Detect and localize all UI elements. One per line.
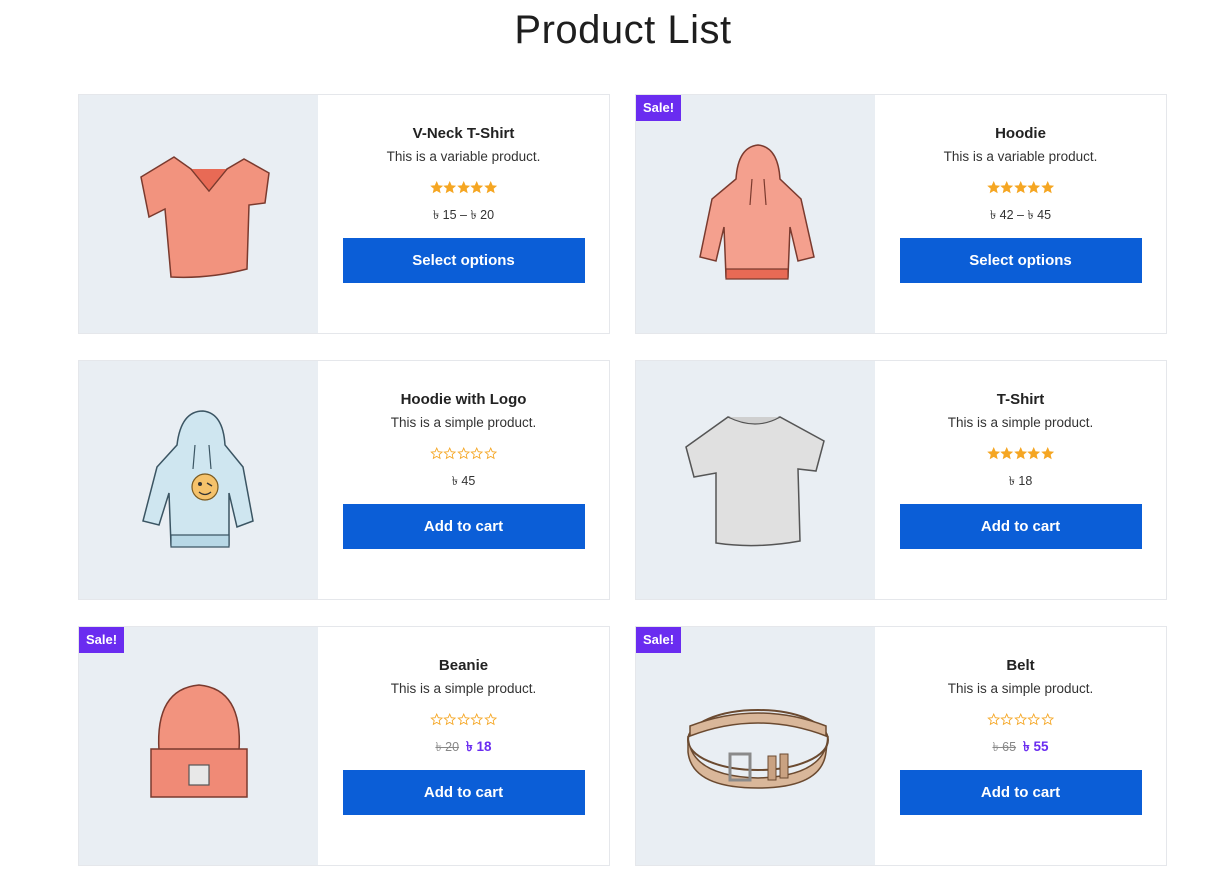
star-filled-icon bbox=[1040, 181, 1054, 194]
old-price: ৳ 65 bbox=[992, 740, 1017, 754]
star-empty-icon bbox=[457, 713, 470, 726]
product-name[interactable]: T-Shirt bbox=[997, 390, 1045, 410]
product-card: Sale! Belt This is a simple product. ৳ 6… bbox=[635, 626, 1167, 866]
star-empty-icon bbox=[483, 447, 497, 460]
star-empty-icon bbox=[443, 713, 457, 726]
product-image[interactable] bbox=[79, 361, 318, 599]
star-empty-icon bbox=[1000, 713, 1014, 726]
star-filled-icon bbox=[1014, 181, 1027, 194]
star-filled-icon bbox=[987, 181, 1001, 194]
star-filled-icon bbox=[1027, 181, 1041, 194]
product-price: ৳ 42 – ৳ 45 bbox=[990, 207, 1051, 223]
product-name[interactable]: Hoodie bbox=[995, 124, 1046, 144]
product-description: This is a simple product. bbox=[947, 681, 1094, 696]
star-empty-icon bbox=[430, 713, 444, 726]
product-name[interactable]: Belt bbox=[1006, 656, 1034, 676]
product-image[interactable] bbox=[636, 361, 875, 599]
product-price: ৳ 20 ৳ 18 bbox=[435, 739, 491, 755]
product-image[interactable] bbox=[79, 95, 318, 333]
product-description: This is a variable product. bbox=[386, 149, 541, 164]
star-rating bbox=[430, 713, 497, 729]
product-description: This is a simple product. bbox=[390, 681, 537, 696]
product-card: Sale! Hoodie This is a variable product.… bbox=[635, 94, 1167, 334]
star-rating bbox=[987, 181, 1054, 197]
hoodie-logo-icon bbox=[141, 410, 254, 548]
product-image[interactable]: Sale! bbox=[79, 627, 318, 865]
star-rating bbox=[987, 447, 1054, 463]
price-value: ৳ 45 bbox=[451, 474, 476, 488]
sale-badge: Sale! bbox=[636, 95, 682, 121]
product-card: Hoodie with Logo This is a simple produc… bbox=[78, 360, 610, 600]
star-filled-icon bbox=[457, 181, 470, 194]
product-description: This is a variable product. bbox=[943, 149, 1098, 164]
add-to-cart-button[interactable]: Add to cart bbox=[342, 770, 585, 815]
star-rating bbox=[987, 713, 1054, 729]
star-rating bbox=[430, 181, 497, 197]
star-filled-icon bbox=[987, 447, 1001, 460]
product-price: ৳ 45 bbox=[452, 473, 476, 489]
star-filled-icon bbox=[430, 181, 444, 194]
beanie-icon bbox=[149, 684, 248, 798]
product-card: V-Neck T-Shirt This is a variable produc… bbox=[78, 94, 610, 334]
hoodie-icon bbox=[698, 144, 815, 280]
sale-badge: Sale! bbox=[79, 627, 125, 653]
sale-badge: Sale! bbox=[636, 627, 682, 653]
sale-price: ৳ 55 bbox=[1023, 739, 1049, 754]
product-price: ৳ 65 ৳ 55 bbox=[992, 739, 1048, 755]
star-empty-icon bbox=[1040, 713, 1054, 726]
star-filled-icon bbox=[1000, 447, 1014, 460]
add-to-cart-button[interactable]: Add to cart bbox=[342, 504, 585, 549]
star-filled-icon bbox=[1027, 447, 1041, 460]
star-rating bbox=[430, 447, 497, 463]
product-name[interactable]: V-Neck T-Shirt bbox=[413, 124, 515, 144]
star-filled-icon bbox=[443, 181, 457, 194]
belt-icon bbox=[686, 709, 829, 789]
select-options-button[interactable]: Select options bbox=[899, 238, 1142, 283]
price-value: ৳ 15 – ৳ 20 bbox=[432, 208, 495, 222]
product-price: ৳ 15 – ৳ 20 bbox=[433, 207, 494, 223]
star-filled-icon bbox=[1000, 181, 1014, 194]
product-price: ৳ 18 bbox=[1009, 473, 1033, 489]
star-filled-icon bbox=[1040, 447, 1054, 460]
star-empty-icon bbox=[443, 447, 457, 460]
select-options-button[interactable]: Select options bbox=[342, 238, 585, 283]
star-empty-icon bbox=[987, 713, 1001, 726]
add-to-cart-button[interactable]: Add to cart bbox=[899, 770, 1142, 815]
star-empty-icon bbox=[470, 713, 484, 726]
star-empty-icon bbox=[470, 447, 484, 460]
sale-price: ৳ 18 bbox=[466, 739, 492, 754]
star-empty-icon bbox=[457, 447, 470, 460]
star-empty-icon bbox=[430, 447, 444, 460]
star-filled-icon bbox=[470, 181, 484, 194]
star-empty-icon bbox=[1014, 713, 1027, 726]
product-description: This is a simple product. bbox=[390, 415, 537, 430]
star-empty-icon bbox=[483, 713, 497, 726]
product-card: Sale! Beanie This is a simple product. ৳… bbox=[78, 626, 610, 866]
star-filled-icon bbox=[483, 181, 497, 194]
add-to-cart-button[interactable]: Add to cart bbox=[899, 504, 1142, 549]
product-name[interactable]: Hoodie with Logo bbox=[401, 390, 527, 410]
star-filled-icon bbox=[1014, 447, 1027, 460]
star-empty-icon bbox=[1027, 713, 1041, 726]
old-price: ৳ 20 bbox=[435, 740, 460, 754]
product-card: T-Shirt This is a simple product. ৳ 18 A… bbox=[635, 360, 1167, 600]
product-image[interactable]: Sale! bbox=[636, 627, 875, 865]
page-title: Product List bbox=[514, 8, 732, 52]
product-image[interactable]: Sale! bbox=[636, 95, 875, 333]
price-value: ৳ 42 – ৳ 45 bbox=[989, 208, 1052, 222]
product-name[interactable]: Beanie bbox=[439, 656, 488, 676]
price-value: ৳ 18 bbox=[1008, 474, 1033, 488]
tshirt-icon bbox=[684, 416, 825, 547]
vneck-tshirt-icon bbox=[139, 156, 270, 279]
product-description: This is a simple product. bbox=[947, 415, 1094, 430]
